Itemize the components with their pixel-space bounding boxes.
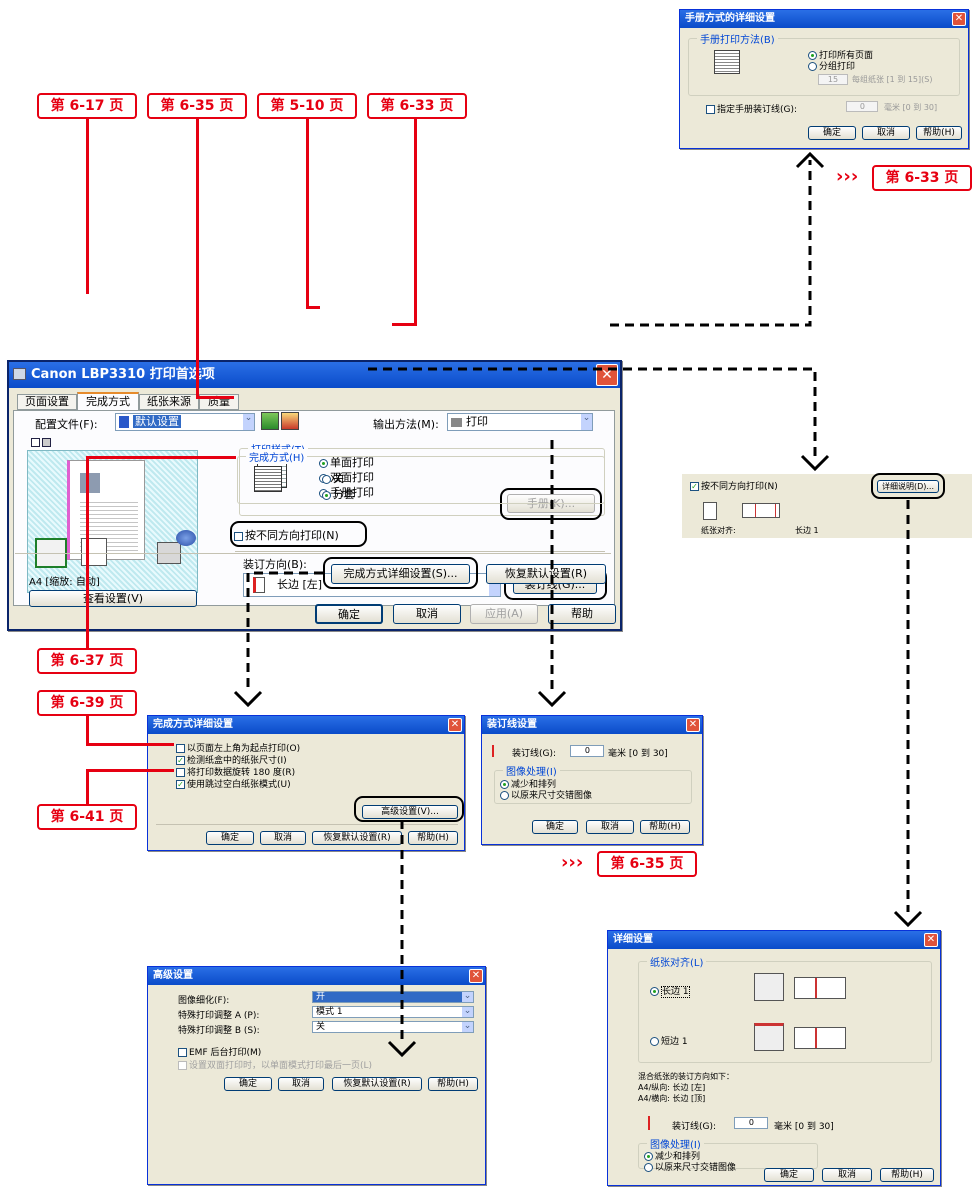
connector-booklet <box>610 160 812 327</box>
arrowhead-finish <box>233 690 263 708</box>
arrowhead-gutter <box>537 690 567 708</box>
connector-finish <box>246 571 323 690</box>
arrowhead-rotate <box>800 454 830 472</box>
arrowhead-advanced <box>387 1040 417 1058</box>
connector-rotate <box>368 367 817 460</box>
connector-lines <box>233 151 923 1058</box>
arrowhead-details <box>893 910 923 928</box>
